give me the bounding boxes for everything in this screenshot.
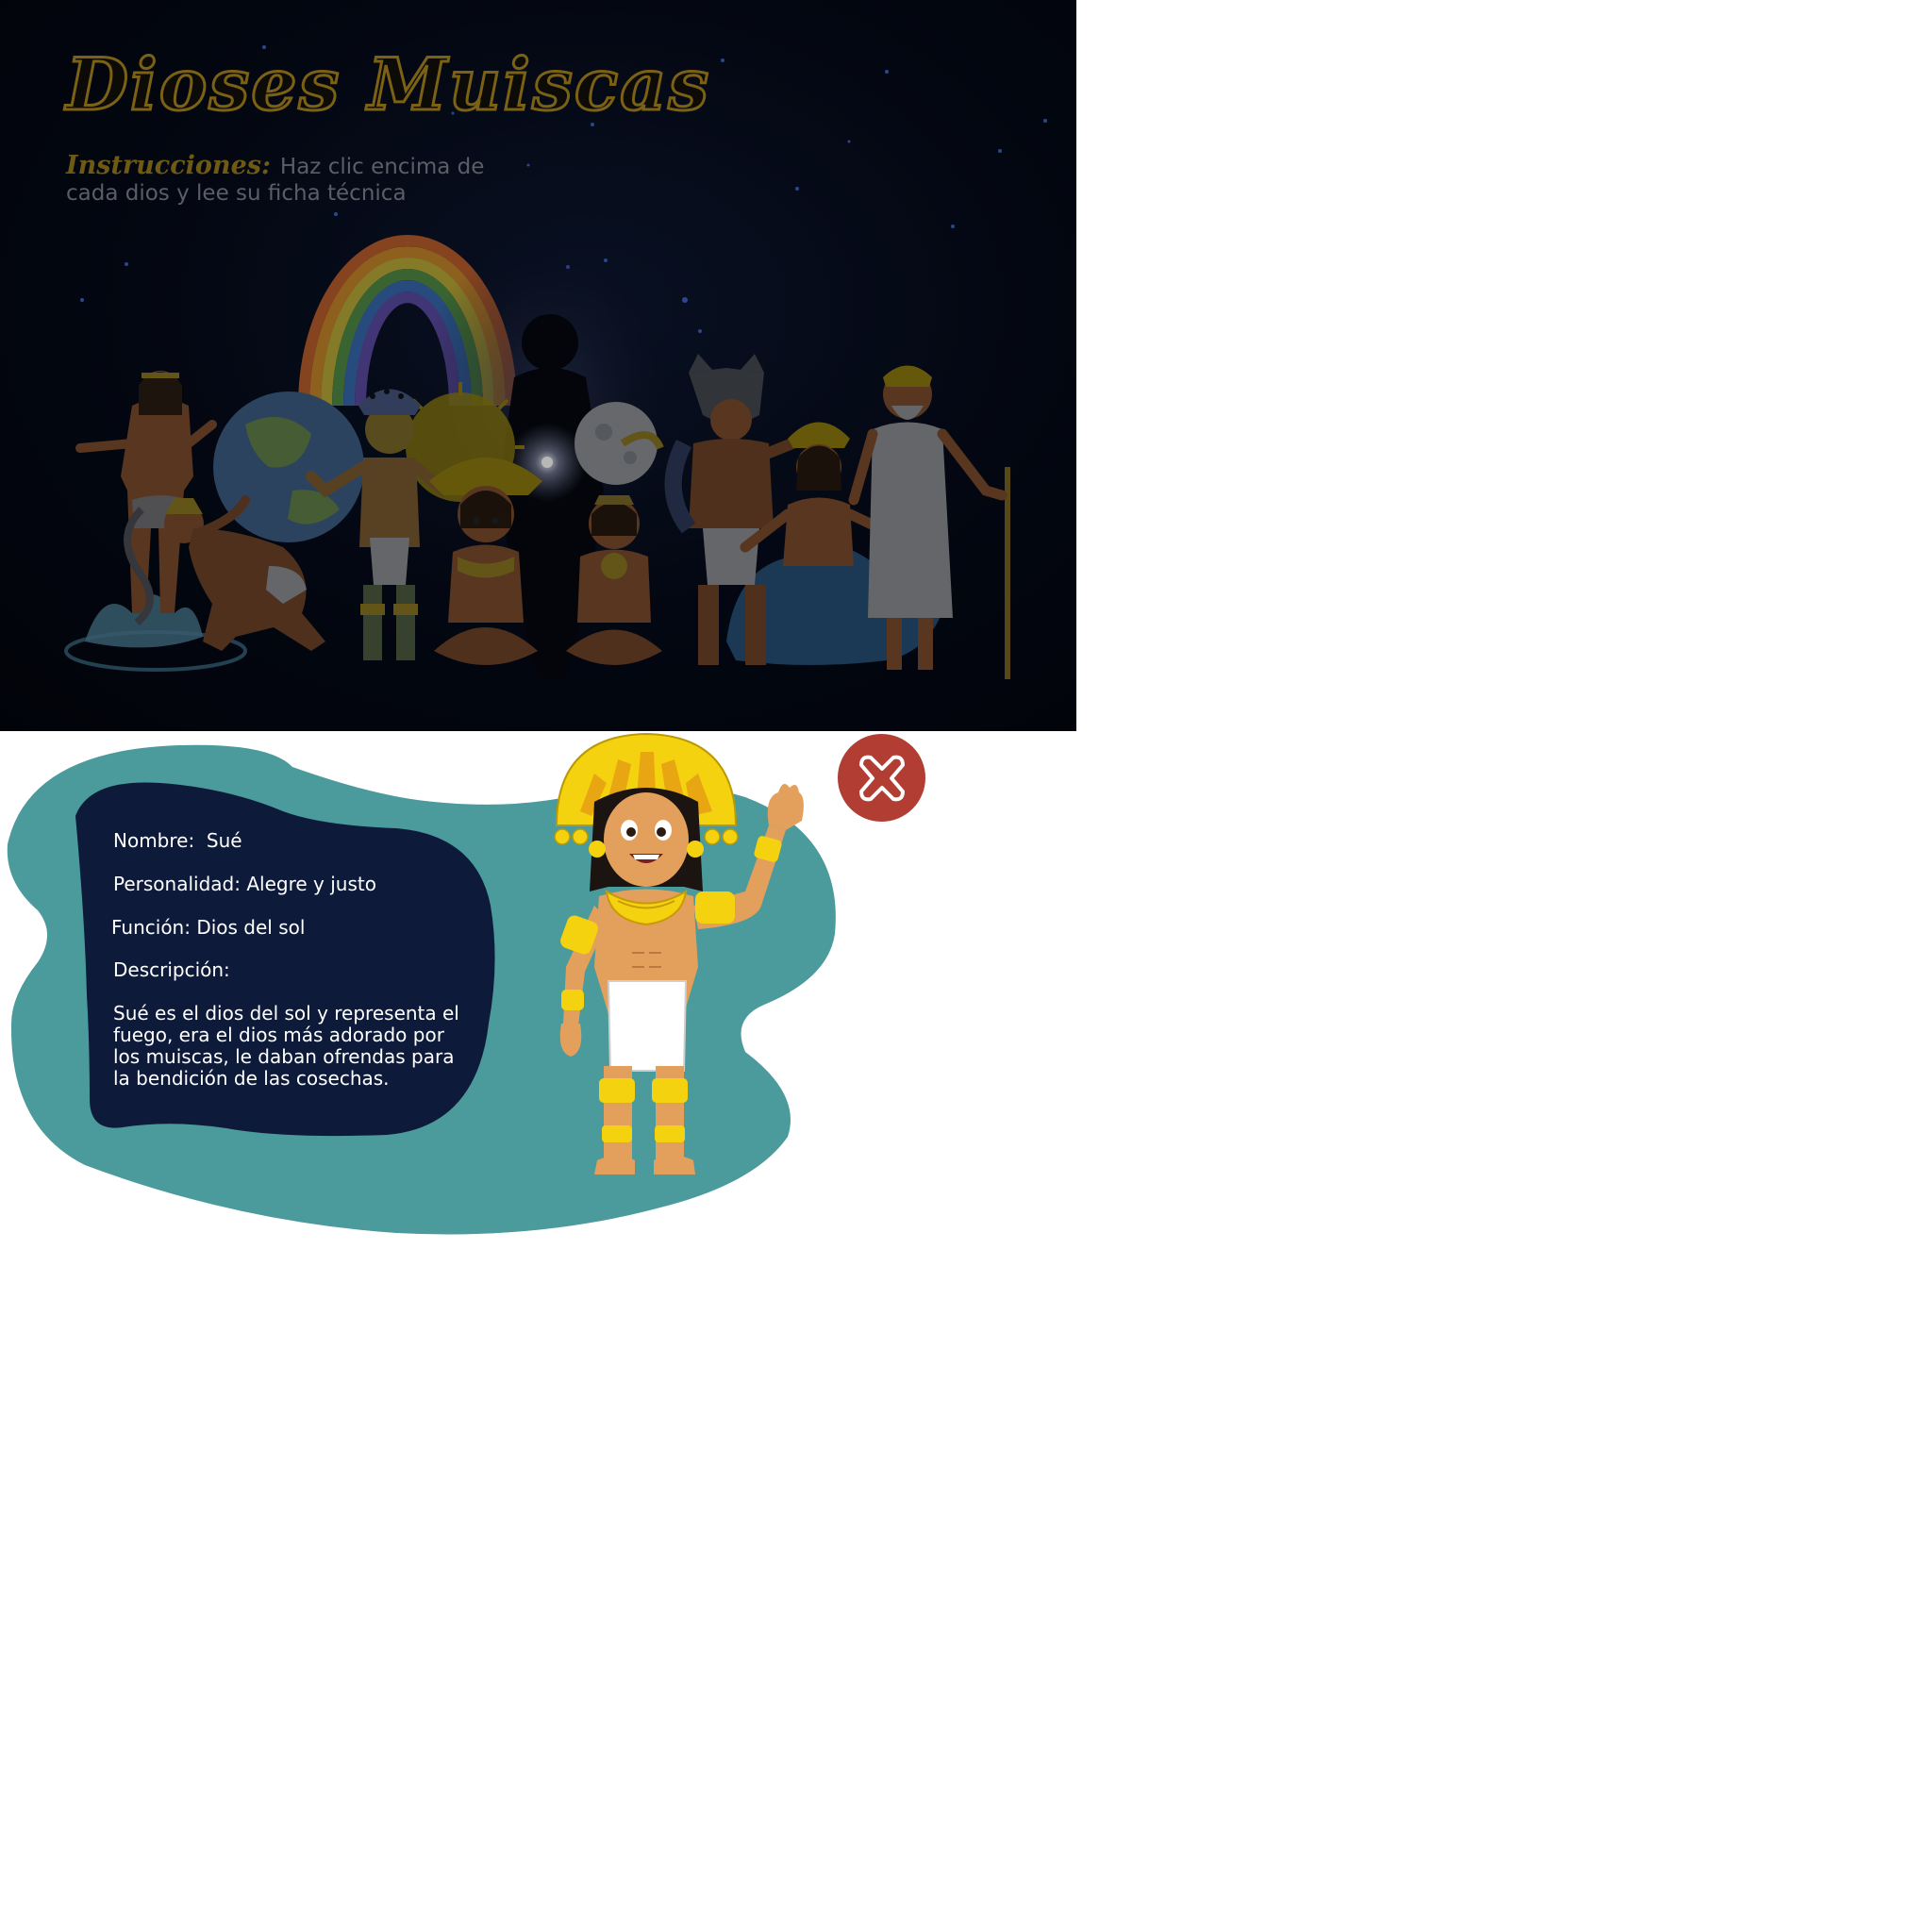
instructions: Instrucciones: Haz clic encima de cada di… [66,151,538,208]
personality-value: Alegre y justo [246,873,376,895]
name-value: Sué [206,829,242,852]
function-value: Dios del sol [196,916,306,939]
earth [213,391,364,542]
description-text: Sué es el dios del sol y representa el f… [113,1002,459,1090]
instructions-label: Instrucciones: [66,151,271,180]
info-name-line: Nombre: Sué [113,829,242,852]
god-info-modal: Nombre: Sué Personalidad: Alegre y justo… [0,731,1076,1259]
info-personality-line: Personalidad: Alegre y justo [113,873,376,895]
name-label: Nombre: [113,829,195,852]
moon [575,402,658,485]
close-icon [858,755,905,801]
close-button[interactable] [838,734,925,822]
personality-label: Personalidad: [113,873,241,895]
sue-sun-god-figure [554,732,804,1174]
function-label: Función: [111,916,191,939]
info-function-line: Función: Dios del sol [111,916,305,939]
goddess-water [75,371,217,626]
description-label: Descripción: [113,958,230,981]
page-title: Dioses Muiscas [64,42,711,126]
gods-scene: Dioses Muiscas Instrucciones: Haz clic en… [0,0,1076,731]
